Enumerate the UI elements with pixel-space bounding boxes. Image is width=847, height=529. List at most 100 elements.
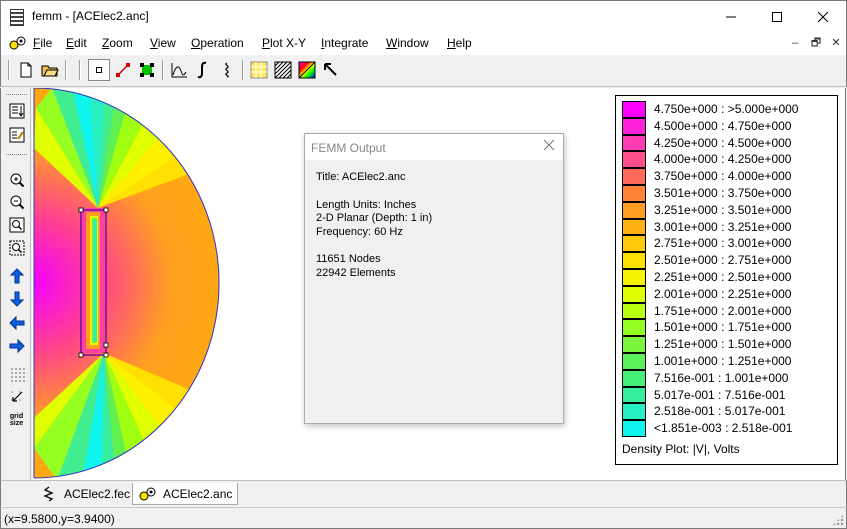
legend-label: <1.851e-003 : 2.518e-001 [654, 421, 793, 436]
femm-app-icon [10, 9, 24, 26]
legend-swatch [622, 117, 646, 135]
legend-swatch [622, 252, 646, 269]
menu-plot-xy[interactable]: Plot X-Y [262, 36, 306, 50]
show-mesh-button[interactable] [6, 101, 27, 121]
legend-label: 2.501e+000 : 2.751e+000 [654, 253, 792, 268]
menu-edit[interactable]: Edit [66, 36, 87, 50]
density-plot-button[interactable] [248, 59, 270, 81]
legend-swatch [622, 420, 646, 437]
zoom-out-icon [10, 195, 24, 210]
density-legend: 4.750e+000 : >5.000e+000 4.500e+000 : 4.7… [615, 95, 838, 465]
pan-down-button[interactable] [6, 289, 27, 309]
title-bar: femm - [ACElec2.anc] [0, 0, 847, 32]
edit-properties-button[interactable] [6, 125, 27, 145]
zoom-natural-button[interactable] [6, 215, 27, 235]
legend-swatch [622, 386, 646, 404]
legend-swatch [622, 369, 646, 387]
menu-zoom[interactable]: Zoom [102, 36, 133, 50]
pan-right-button[interactable] [6, 336, 27, 356]
maximize-button[interactable] [754, 1, 800, 32]
open-folder-icon [41, 65, 59, 77]
menu-help[interactable]: Help [447, 36, 472, 50]
output-line: 22942 Elements [316, 267, 396, 279]
legend-swatch [622, 285, 646, 303]
plot-xy-icon [171, 63, 187, 78]
mdi-close-button[interactable]: ✕ [829, 36, 843, 50]
minimize-button[interactable] [708, 1, 754, 32]
resize-grip[interactable] [832, 514, 844, 526]
pan-down-icon [9, 291, 24, 307]
menu-bar: File Edit Zoom View Operation Plot X-Y I… [0, 32, 847, 55]
legend-swatch [622, 168, 646, 185]
status-bar: (x=9.5800,y=3.9400) [0, 507, 847, 529]
pan-left-icon [8, 315, 24, 331]
legend-label: 2.751e+000 : 3.001e+000 [654, 236, 792, 251]
pointer-button[interactable] [320, 59, 342, 81]
tab-label: ACElec2.fec [64, 487, 131, 501]
grid-size-label: grid size [9, 413, 24, 427]
contour-button[interactable] [216, 59, 238, 81]
menu-file[interactable]: File [33, 36, 52, 50]
legend-swatch [622, 218, 646, 236]
menu-view[interactable]: View [150, 36, 176, 50]
dialog-close-button[interactable] [543, 138, 555, 156]
left-toolbar: grid size [0, 88, 31, 480]
vector-plot-icon [298, 61, 316, 79]
legend-label: 4.250e+000 : 4.500e+000 [654, 135, 792, 150]
block-mode-icon [140, 63, 154, 77]
output-line: 11651 Nodes [316, 253, 381, 265]
output-line: 2-D Planar (Depth: 1 in) [316, 212, 433, 224]
legend-swatch [622, 134, 646, 152]
hatch-plot-icon [274, 61, 292, 79]
dialog-title-bar[interactable]: FEMM Output [305, 134, 563, 160]
output-line: Length Units: Inches [316, 199, 417, 211]
pan-up-button[interactable] [6, 266, 27, 286]
show-grid-icon [10, 368, 25, 382]
zoom-window-button[interactable] [6, 238, 27, 258]
mdi-minimize-button[interactable]: – [788, 36, 802, 50]
grid-size-button[interactable]: grid size [6, 410, 27, 430]
point-mode-button[interactable] [88, 59, 110, 81]
legend-swatch [622, 201, 646, 219]
mdi-restore-button[interactable]: 🗗 [809, 36, 823, 50]
legend-label: 7.516e-001 : 1.001e+000 [654, 370, 789, 385]
close-button[interactable] [800, 1, 846, 32]
line-mode-button[interactable] [112, 59, 134, 81]
close-icon [817, 11, 829, 22]
menu-file-label: ile [40, 36, 53, 50]
vector-plot-button[interactable] [296, 59, 318, 81]
legend-swatch [622, 235, 646, 253]
edit-props-icon [9, 127, 24, 143]
snap-grid-button[interactable] [6, 387, 27, 407]
menu-window[interactable]: Window [386, 36, 429, 50]
legend-label: 1.751e+000 : 2.001e+000 [654, 303, 792, 318]
legend-label: 2.518e-001 : 5.017e-001 [654, 404, 786, 419]
hatch-plot-button[interactable] [272, 59, 294, 81]
show-grid-button[interactable] [6, 364, 27, 384]
menu-integrate[interactable]: Integrate [321, 36, 368, 50]
menu-operation[interactable]: Operation [191, 36, 244, 50]
document-icon [9, 36, 26, 50]
tab-label: ACElec2.anc [163, 486, 233, 501]
zoom-natural-icon [9, 217, 24, 233]
new-file-button[interactable] [15, 59, 37, 81]
block-mode-button[interactable] [136, 59, 158, 81]
legend-label: 4.500e+000 : 4.750e+000 [654, 118, 792, 133]
zoom-in-button[interactable] [6, 170, 27, 190]
pan-left-button[interactable] [6, 313, 27, 333]
tab-acelec2-anc[interactable]: ACElec2.anc [132, 483, 238, 505]
window-title: femm - [ACElec2.anc] [32, 9, 149, 23]
legend-swatch [622, 403, 646, 421]
integral-button[interactable] [192, 59, 214, 81]
output-line: Frequency: 60 Hz [316, 226, 403, 238]
open-file-button[interactable] [39, 59, 61, 81]
pan-up-icon [9, 268, 24, 284]
fec-file-icon [43, 486, 54, 502]
tab-acelec2-fec[interactable]: ACElec2.fec [36, 483, 132, 505]
zoom-window-icon [9, 240, 24, 256]
zoom-out-button[interactable] [6, 192, 27, 212]
plot-xy-button[interactable] [168, 59, 190, 81]
close-icon [543, 139, 555, 151]
legend-label: 4.750e+000 : >5.000e+000 [654, 102, 799, 116]
legend-label: 3.501e+000 : 3.750e+000 [654, 186, 792, 200]
